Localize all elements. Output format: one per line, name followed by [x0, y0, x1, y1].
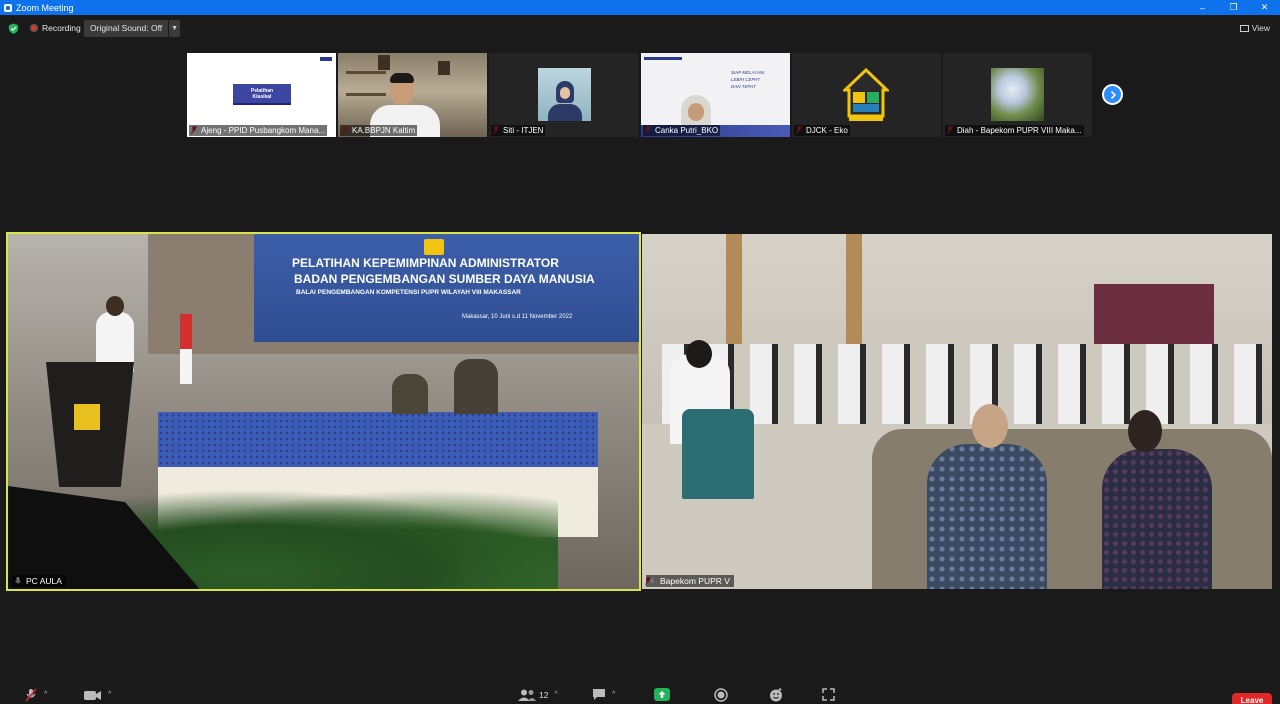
participant-video[interactable]: Bapekom PUPR V [642, 234, 1272, 589]
fullscreen-icon [822, 688, 835, 701]
share-screen-button[interactable] [654, 687, 670, 702]
participants-chevron-up-icon[interactable]: ^ [554, 691, 557, 698]
participants-count: 12 [539, 689, 549, 700]
slide-logo [320, 57, 332, 61]
djck-logo-house-icon [843, 68, 889, 121]
original-sound-toggle[interactable]: Original Sound: Off ▼ [84, 20, 181, 37]
person-face [688, 103, 704, 121]
slide-title: Pelatihan Klasikal [250, 88, 274, 100]
security-shield-icon[interactable] [8, 23, 19, 34]
participant-thumbnail[interactable]: Siti - ITJEN [489, 53, 638, 137]
participants-button[interactable]: 12 ^ [518, 687, 558, 702]
minimize-button[interactable]: – [1187, 0, 1218, 15]
leave-meeting-button[interactable]: Leave [1232, 693, 1272, 704]
participant-thumbnail[interactable]: KA.BBPJN Kaltim [338, 53, 487, 137]
panelist [454, 359, 498, 414]
chat-bubble-icon [593, 689, 605, 700]
shelf-decor [346, 71, 386, 74]
share-screen-icon [654, 688, 670, 701]
lectern-logo [72, 402, 102, 432]
view-button[interactable]: View [1239, 23, 1270, 33]
zoom-app-icon [4, 3, 12, 12]
virtual-bg-text: SIAP MELAYANI LEBIH CEPAT DAN TEPAT [731, 70, 765, 89]
participant-name: PC AULA [12, 575, 66, 587]
participant-name: DJCK - Eko [794, 125, 850, 136]
guest-head [972, 404, 1008, 448]
muted-mic-icon[interactable] [24, 688, 38, 702]
person-body [548, 104, 582, 121]
frame-decor [438, 61, 450, 75]
participant-name: Bapekom PUPR V [646, 575, 734, 587]
banner-logo [424, 239, 444, 255]
participant-name: Diah - Bapekom PUPR VIII Maka... [945, 125, 1084, 136]
panelist [392, 374, 428, 414]
record-button[interactable] [714, 687, 728, 702]
frame-decor [378, 55, 390, 70]
participant-name: Siti - ITJEN [491, 125, 546, 136]
meeting-toolbar: ^ ^ 12 ^ ^ [0, 684, 1280, 704]
participant-thumbnail[interactable]: DJCK - Eko [792, 53, 941, 137]
mute-control[interactable]: ^ [24, 687, 47, 702]
shelf-decor [346, 93, 386, 96]
profile-picture-flowers [991, 68, 1044, 121]
record-icon [714, 687, 728, 702]
person-hair [390, 73, 414, 83]
participant-name: Ajeng - PPID Pusbangkom Mana... [189, 125, 328, 136]
banner-subtitle: BADAN PENGEMBANGAN SUMBER DAYA MANUSIA [294, 272, 595, 286]
recording-indicator[interactable]: Recording [30, 23, 81, 33]
chat-chevron-up-icon[interactable]: ^ [612, 691, 615, 698]
meeting-top-bar: Recording Original Sound: Off ▼ View [0, 18, 1280, 40]
chat-button[interactable]: ^ [592, 687, 615, 702]
banner-date: Makassar, 10 Juni s.d 11 November 2022 [462, 314, 573, 320]
video-control[interactable]: ^ [84, 687, 111, 702]
recording-label: Recording [42, 23, 81, 33]
banner-title: PELATIHAN KEPEMIMPINAN ADMINISTRATOR [292, 256, 559, 270]
active-speaker-video[interactable]: PELATIHAN KEPEMIMPINAN ADMINISTRATOR BAD… [6, 232, 641, 591]
video-feed [538, 68, 591, 121]
audio-options-chevron-up-icon[interactable]: ^ [44, 691, 47, 698]
wall-pillar [846, 234, 862, 344]
participant-thumbnail[interactable]: SIAP MELAYANI LEBIH CEPAT DAN TEPAT Cank… [641, 53, 790, 137]
window-title: Zoom Meeting [16, 2, 74, 13]
window-titlebar: Zoom Meeting – ❐ ✕ [0, 0, 1280, 15]
virtual-bg-header [644, 57, 682, 60]
participant-thumbnail[interactable]: Pelatihan Klasikal Ajeng - PPID Pusbangk… [187, 53, 336, 137]
recording-dot-icon [30, 24, 38, 32]
original-sound-chevron-down-icon[interactable]: ▼ [169, 20, 181, 37]
banner-org: BALAI PENGEMBANGAN KOMPETENSI PUPR WILAY… [296, 289, 521, 296]
close-button[interactable]: ✕ [1249, 0, 1280, 15]
fullscreen-button[interactable] [822, 687, 835, 702]
attendee-head [686, 340, 712, 368]
flag-decor [180, 314, 192, 384]
speaker-head [106, 296, 124, 316]
panel-table [158, 412, 598, 467]
video-options-chevron-up-icon[interactable]: ^ [108, 691, 111, 698]
slide-title-box: Pelatihan Klasikal [233, 84, 291, 105]
video-camera-icon[interactable] [84, 689, 102, 701]
guest-seated [1102, 449, 1212, 589]
participant-name: KA.BBPJN Kaltim [340, 125, 418, 136]
view-grid-icon [1239, 24, 1249, 32]
guest-seated [927, 444, 1047, 589]
guest-head [1128, 410, 1162, 452]
view-label: View [1251, 23, 1270, 33]
smiley-icon [770, 687, 782, 701]
chair [682, 409, 754, 499]
maximize-button[interactable]: ❐ [1218, 0, 1249, 15]
reactions-button[interactable] [769, 687, 783, 702]
next-page-chevron-right-icon[interactable] [1102, 84, 1123, 105]
original-sound-label[interactable]: Original Sound: Off [84, 20, 169, 37]
stage-banner: PELATIHAN KEPEMIMPINAN ADMINISTRATOR BAD… [254, 234, 639, 342]
participant-thumbnail[interactable]: Diah - Bapekom PUPR VIII Maka... [943, 53, 1092, 137]
participant-name: Canka Putri_BKO [643, 125, 721, 136]
participants-icon [518, 689, 536, 701]
person-face [560, 87, 570, 99]
